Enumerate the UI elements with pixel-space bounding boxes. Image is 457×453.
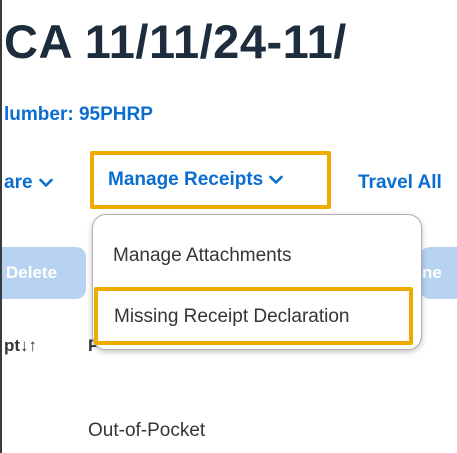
report-number: lumber: 95PHRP [4, 104, 153, 125]
chevron-down-icon [269, 175, 284, 184]
action-button-label: ne [422, 263, 442, 282]
manage-receipts-button[interactable]: Manage Receipts [90, 151, 331, 209]
manage-receipts-label: Manage Receipts [108, 169, 264, 190]
table-row[interactable]: Out-of-Pocket [88, 420, 205, 442]
menu-item-manage-attachments[interactable]: Manage Attachments [113, 245, 292, 267]
delete-button[interactable]: Delete [2, 247, 86, 299]
share-menu-label: are [4, 172, 33, 193]
left-border [0, 0, 2, 453]
chevron-down-icon [38, 178, 53, 187]
payment-type-cell: Out-of-Pocket [88, 420, 206, 441]
share-menu-button[interactable]: are [4, 172, 53, 194]
action-button-partial[interactable]: ne [420, 247, 457, 299]
receipt-column-header[interactable]: pt↓↑ [4, 336, 37, 356]
report-title: CA 11/11/24-11/ [4, 15, 347, 68]
menu-item-missing-receipt-declaration[interactable]: Missing Receipt Declaration [114, 306, 350, 328]
delete-label: Delete [6, 263, 58, 282]
travel-allowance-label: Travel All [358, 172, 442, 193]
travel-allowance-button[interactable]: Travel All [358, 172, 442, 194]
